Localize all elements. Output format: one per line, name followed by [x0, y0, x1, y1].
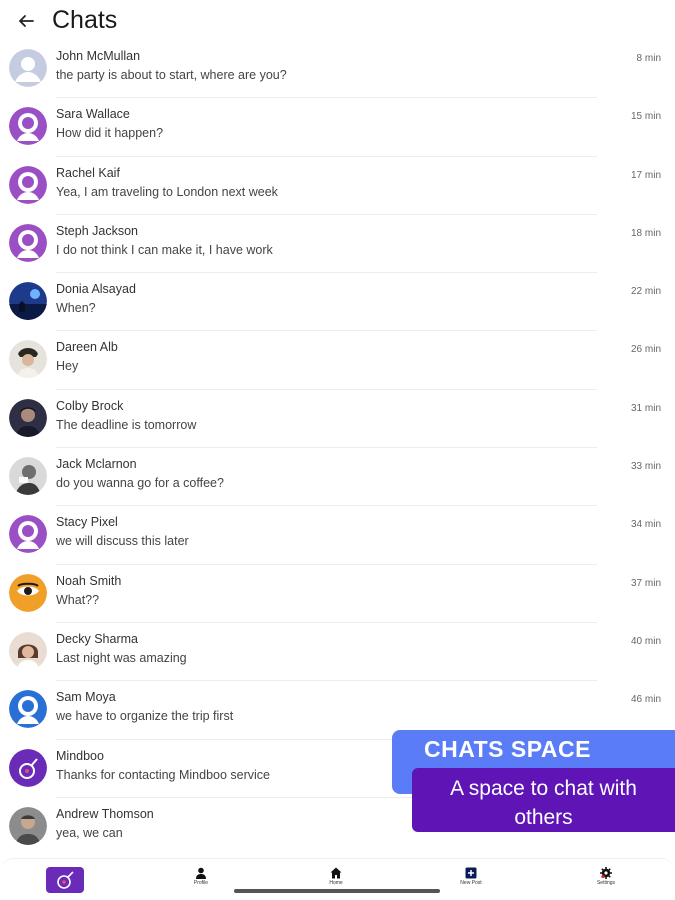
home-icon — [330, 867, 342, 879]
contact-name: Dareen Alb — [56, 340, 118, 355]
message-time: 34 min — [630, 519, 661, 531]
arrow-left-icon — [19, 15, 34, 27]
chat-row[interactable]: Jack Mclarnon do you wanna go for a coff… — [0, 448, 675, 507]
chat-row[interactable]: Decky Sharma Last night was amazing 40 m… — [0, 623, 675, 682]
back-button[interactable] — [14, 9, 38, 33]
last-message: What?? — [56, 592, 100, 607]
brand-logo-icon — [57, 871, 74, 889]
message-time: 17 min — [630, 169, 661, 181]
contact-name: Andrew Thomson — [56, 806, 154, 821]
banner-title: CHATS SPACE — [424, 736, 591, 762]
last-message: we have to organize the trip first — [56, 709, 234, 724]
avatar — [9, 49, 47, 87]
last-message: I do not think I can make it, I have wor… — [56, 242, 273, 257]
chat-row[interactable]: Rachel Kaif Yea, I am traveling to Londo… — [0, 157, 675, 215]
contact-name: Colby Brock — [56, 398, 124, 413]
message-time: 15 min — [630, 111, 661, 123]
message-time: 26 min — [630, 344, 661, 356]
nav-profile[interactable]: Profile — [181, 867, 221, 886]
contact-name: John McMullan — [56, 49, 141, 63]
banner-subtitle-box: A space to chat with others — [412, 768, 675, 832]
nav-new-post-label: New Post — [460, 880, 482, 886]
avatar — [9, 515, 47, 554]
chat-row[interactable]: Stacy Pixel we will discuss this later 3… — [0, 506, 675, 565]
last-message: Yea, I am traveling to London next week — [56, 184, 278, 199]
page-title: Chats — [52, 6, 118, 34]
message-time: 18 min — [630, 227, 661, 239]
last-message: yea, we can — [56, 825, 123, 840]
avatar — [9, 457, 47, 496]
message-time: 8 min — [636, 53, 661, 64]
message-time: 40 min — [630, 635, 661, 647]
chat-row[interactable]: Colby Brock The deadline is tomorrow 31 … — [0, 390, 675, 449]
last-message: Hey — [56, 359, 79, 374]
gear-icon — [600, 867, 612, 879]
last-message: we will discuss this later — [56, 534, 189, 549]
nav-settings-label: Settings — [596, 880, 616, 886]
avatar — [9, 107, 47, 146]
avatar — [9, 340, 47, 379]
chat-row[interactable]: Dareen Alb Hey 26 min — [0, 331, 675, 390]
contact-name: Sara Wallace — [56, 107, 130, 122]
nav-profile-label: Profile — [193, 880, 209, 886]
message-time: 46 min — [630, 694, 661, 706]
nav-home[interactable]: Home — [316, 867, 356, 886]
nav-home-label: Home — [329, 880, 343, 886]
bottom-nav: Profile Home New Post Settings — [0, 858, 675, 900]
avatar — [9, 165, 47, 204]
add-post-icon — [465, 867, 477, 879]
avatar — [9, 282, 47, 321]
chat-row[interactable]: Sara Wallace How did it happen? 15 min — [0, 98, 675, 157]
last-message: the party is about to start, where are y… — [56, 68, 287, 82]
last-message: do you wanna go for a coffee? — [56, 476, 224, 491]
contact-name: Noah Smith — [56, 573, 122, 588]
avatar — [9, 806, 47, 845]
contact-name: Decky Sharma — [56, 631, 138, 646]
message-time: 37 min — [630, 577, 661, 589]
contact-name: Sam Moya — [56, 690, 116, 705]
chat-row[interactable]: John McMullan the party is about to star… — [0, 40, 675, 99]
contact-name: Donia Alsayad — [56, 282, 136, 297]
avatar — [9, 573, 47, 612]
avatar — [9, 631, 47, 670]
last-message: How did it happen? — [56, 126, 164, 141]
last-message: The deadline is tomorrow — [56, 417, 197, 432]
message-time: 31 min — [630, 402, 661, 414]
last-message: Last night was amazing — [56, 650, 187, 665]
nav-new-post[interactable]: New Post — [451, 867, 491, 886]
contact-name: Stacy Pixel — [56, 515, 118, 530]
last-message: Thanks for contacting Mindboo service — [56, 767, 270, 782]
header: Chats — [0, 0, 675, 44]
contact-name: Jack Mclarnon — [56, 457, 137, 472]
banner-subtitle-line1: A space to chat with — [450, 777, 637, 800]
user-icon — [196, 867, 206, 879]
home-indicator — [234, 889, 440, 893]
message-time: 22 min — [630, 286, 661, 298]
avatar — [9, 748, 47, 787]
chat-row[interactable]: Donia Alsayad When? 22 min — [0, 273, 675, 332]
last-message: When? — [56, 301, 96, 316]
message-time: 33 min — [630, 461, 661, 473]
avatar — [9, 398, 47, 437]
contact-name: Steph Jackson — [56, 223, 138, 238]
contact-name: Mindboo — [56, 748, 104, 763]
contact-name: Rachel Kaif — [56, 165, 120, 180]
chat-row[interactable]: Noah Smith What?? 37 min — [0, 565, 675, 623]
avatar — [9, 690, 47, 729]
banner-subtitle-line2: others — [514, 806, 573, 829]
app-logo-button[interactable] — [46, 867, 84, 893]
chat-row[interactable]: Steph Jackson I do not think I can make … — [0, 215, 675, 274]
avatar — [9, 223, 47, 262]
nav-settings[interactable]: Settings — [586, 867, 626, 886]
